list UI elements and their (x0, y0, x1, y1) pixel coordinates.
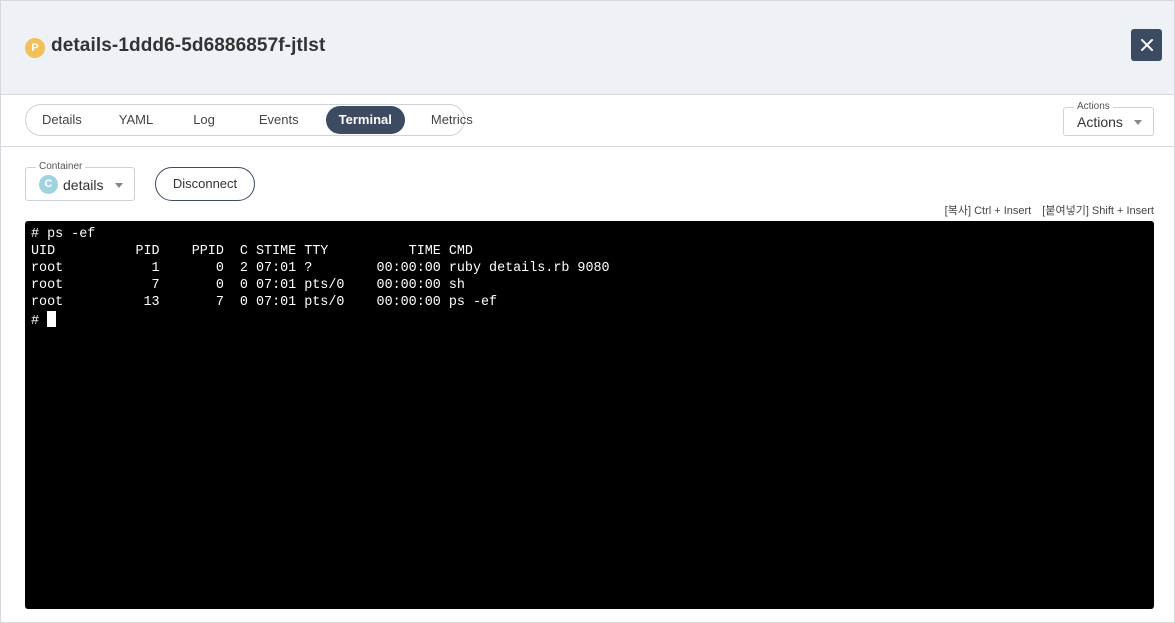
copy-shortcut: [복사] Ctrl + Insert (944, 205, 1032, 217)
page-title: details-1ddd6-5d6886857f-jtlst (51, 35, 326, 56)
container-legend: Container (36, 161, 86, 173)
paste-shortcut: [붙여넣기] Shift + Insert (1042, 205, 1154, 217)
tab-yaml[interactable]: YAML (106, 106, 166, 134)
caret-down-icon (1134, 120, 1142, 125)
terminal-prompt: # (31, 314, 48, 329)
tab-events[interactable]: Events (246, 106, 312, 134)
terminal-line: root 7 0 0 07:01 pts/0 00:00:00 sh (31, 278, 465, 293)
tab-group: Details YAML Log Events Terminal Metrics (25, 104, 473, 136)
terminal-prompt-line: # (31, 311, 1148, 329)
close-button[interactable] (1131, 29, 1162, 61)
close-icon (1140, 39, 1153, 51)
tab-bar: Details YAML Log Events Terminal Metrics… (1, 96, 1174, 147)
terminal-line: # ps -ef (31, 227, 96, 242)
tab-details[interactable]: Details (29, 106, 95, 134)
disconnect-button[interactable]: Disconnect (155, 167, 255, 201)
container-badge: C (39, 175, 58, 194)
terminal-cursor (47, 311, 57, 327)
terminal-line: UID PID PPID C STIME TTY TIME CMD (31, 244, 473, 259)
tab-metrics[interactable]: Metrics (418, 106, 486, 134)
tab-log[interactable]: Log (180, 106, 228, 134)
tab-terminal[interactable]: Terminal (325, 106, 405, 134)
actions-dropdown[interactable]: Actions Actions (1063, 101, 1154, 136)
container-select[interactable]: Container C details (25, 161, 135, 201)
clipboard-shortcuts: [복사] Ctrl + Insert [붙여넣기] Shift + Insert (937, 202, 1154, 218)
pod-badge: P (25, 38, 45, 58)
terminal-line: root 1 0 2 07:01 ? 00:00:00 ruby details… (31, 261, 610, 276)
caret-down-icon (115, 183, 123, 188)
actions-value: Actions (1077, 114, 1123, 130)
panel-header: P details-1ddd6-5d6886857f-jtlst (1, 1, 1174, 95)
actions-legend: Actions (1074, 101, 1113, 113)
container-value: details (63, 177, 104, 193)
terminal-line: root 13 7 0 07:01 pts/0 00:00:00 ps -ef (31, 295, 498, 310)
terminal[interactable]: # ps -ef UID PID PPID C STIME TTY TIME C… (25, 221, 1154, 609)
